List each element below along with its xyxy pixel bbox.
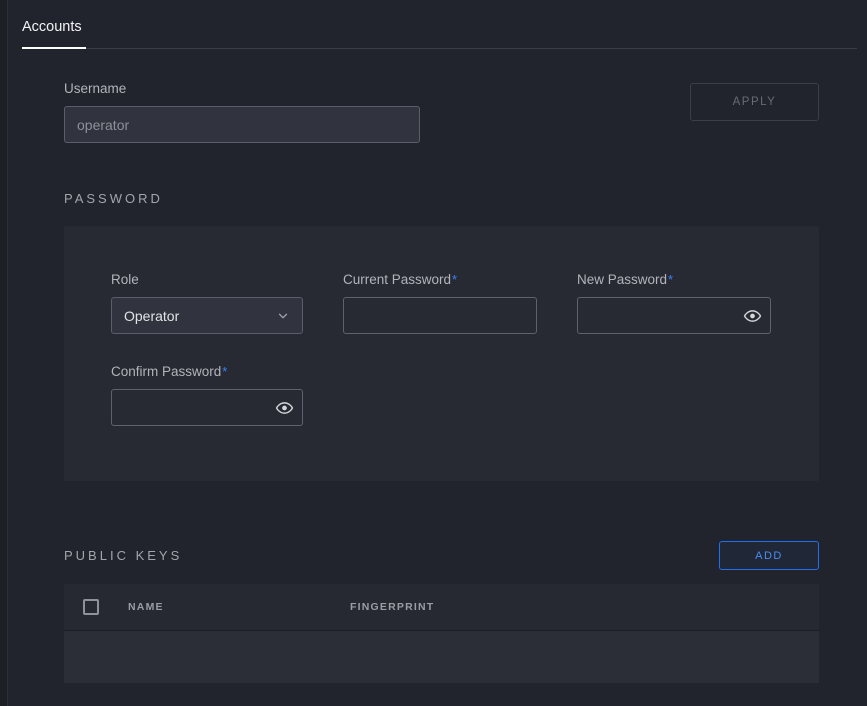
accounts-page: Username APPLY PASSWORD Role Operator Cu… — [0, 81, 867, 683]
current-password-input-wrap — [343, 297, 537, 334]
select-all-cell — [64, 599, 128, 615]
select-all-checkbox[interactable] — [83, 599, 99, 615]
password-panel: Role Operator Current Password* New Pass… — [64, 226, 819, 481]
new-password-label-text: New Password — [577, 272, 667, 287]
current-password-label: Current Password* — [343, 272, 537, 287]
confirm-password-label-text: Confirm Password — [111, 364, 221, 379]
username-block: Username — [64, 81, 420, 143]
tab-bar: Accounts — [22, 0, 857, 49]
column-header-name: NAME — [128, 601, 350, 613]
table-empty-row — [64, 631, 819, 683]
username-label: Username — [64, 81, 420, 96]
role-select[interactable]: Operator — [111, 297, 303, 334]
confirm-password-label: Confirm Password* — [111, 364, 303, 379]
role-field: Role Operator — [111, 272, 303, 334]
role-selected-value: Operator — [124, 308, 179, 324]
show-password-icon[interactable] — [743, 306, 762, 325]
password-section-heading: PASSWORD — [64, 191, 819, 206]
required-marker: * — [452, 272, 457, 287]
apply-button[interactable]: APPLY — [690, 83, 819, 121]
tab-accounts[interactable]: Accounts — [22, 19, 86, 49]
username-input[interactable] — [64, 106, 420, 143]
new-password-input-wrap — [577, 297, 771, 334]
current-password-field: Current Password* — [343, 272, 537, 334]
column-header-fingerprint: FINGERPRINT — [350, 601, 434, 613]
new-password-field: New Password* — [577, 272, 771, 334]
confirm-password-row: Confirm Password* — [111, 364, 772, 426]
left-edge-strip — [0, 0, 8, 706]
role-label: Role — [111, 272, 303, 287]
confirm-password-field: Confirm Password* — [111, 364, 303, 426]
current-password-label-text: Current Password — [343, 272, 451, 287]
chevron-down-icon — [276, 309, 290, 323]
add-public-key-button[interactable]: ADD — [719, 541, 819, 570]
public-keys-header-row: PUBLIC KEYS ADD — [64, 541, 819, 570]
confirm-password-input-wrap — [111, 389, 303, 426]
new-password-input[interactable] — [577, 297, 771, 334]
required-marker: * — [222, 364, 227, 379]
password-fields-row: Role Operator Current Password* New Pass… — [111, 272, 772, 334]
table-header-row: NAME FINGERPRINT — [64, 584, 819, 631]
public-keys-heading: PUBLIC KEYS — [64, 548, 182, 563]
public-keys-table: NAME FINGERPRINT — [64, 584, 819, 683]
required-marker: * — [668, 272, 673, 287]
username-row: Username APPLY — [64, 81, 819, 143]
show-password-icon[interactable] — [275, 398, 294, 417]
current-password-input[interactable] — [343, 297, 537, 334]
new-password-label: New Password* — [577, 272, 771, 287]
